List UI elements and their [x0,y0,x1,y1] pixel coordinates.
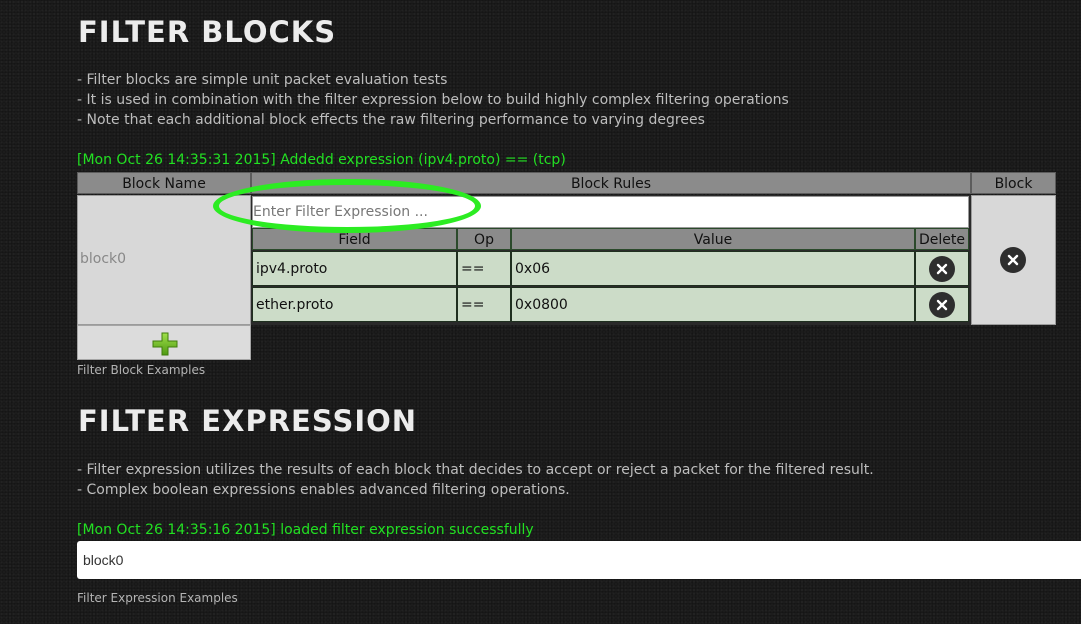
description-line: - Filter blocks are simple unit packet e… [77,72,448,88]
rule-value-cell[interactable]: 0x06 [511,251,915,286]
rule-delete-cell [915,287,969,322]
close-icon [936,299,948,311]
add-block-button[interactable] [77,325,251,360]
rule-op-cell[interactable]: == [457,287,511,322]
block-delete-header: Block Delete [971,172,1056,214]
description-line: - Filter expression utilizes the results… [77,462,874,478]
filter-expression-examples-link[interactable]: Filter Expression Examples [77,591,238,605]
close-icon [936,263,948,275]
filter-expression-description: - Filter expression utilizes the results… [77,460,874,500]
description-line: - Note that each additional block effect… [77,112,705,128]
filter-expression-heading: FILTER EXPRESSION [78,404,418,438]
filter-blocks-heading: FILTER BLOCKS [78,15,337,49]
field-column-header: Field [252,228,457,250]
rule-op-cell[interactable]: == [457,251,511,286]
description-line: - Complex boolean expressions enables ad… [77,482,570,498]
delete-column-header: Delete [915,228,969,250]
plus-icon [152,332,178,356]
rule-field-cell[interactable]: ether.proto [252,287,457,322]
block-status-message: [Mon Oct 26 14:35:31 2015] Addedd expres… [77,152,566,168]
delete-rule-button[interactable] [929,256,955,282]
description-line: - It is used in combination with the fil… [77,92,789,108]
filter-block-examples-link[interactable]: Filter Block Examples [77,363,205,377]
filter-expression-field[interactable] [77,541,1081,579]
delete-rule-button[interactable] [929,292,955,318]
close-icon [1007,254,1019,266]
block-delete-cell [971,195,1056,325]
block-name-cell[interactable]: block0 [77,195,251,325]
delete-block-button[interactable] [1000,247,1026,273]
op-column-header: Op [457,228,511,250]
rule-delete-cell [915,251,969,286]
filter-expression-input[interactable] [252,196,969,228]
expression-status-message: [Mon Oct 26 14:35:16 2015] loaded filter… [77,522,534,538]
block-rules-header: Block Rules [251,172,971,194]
rule-field-cell[interactable]: ipv4.proto [252,251,457,286]
value-column-header: Value [511,228,915,250]
block-name-header: Block Name [77,172,251,194]
block-name-label: block0 [80,251,127,267]
filter-blocks-description: - Filter blocks are simple unit packet e… [77,70,789,130]
rule-value-cell[interactable]: 0x0800 [511,287,915,322]
